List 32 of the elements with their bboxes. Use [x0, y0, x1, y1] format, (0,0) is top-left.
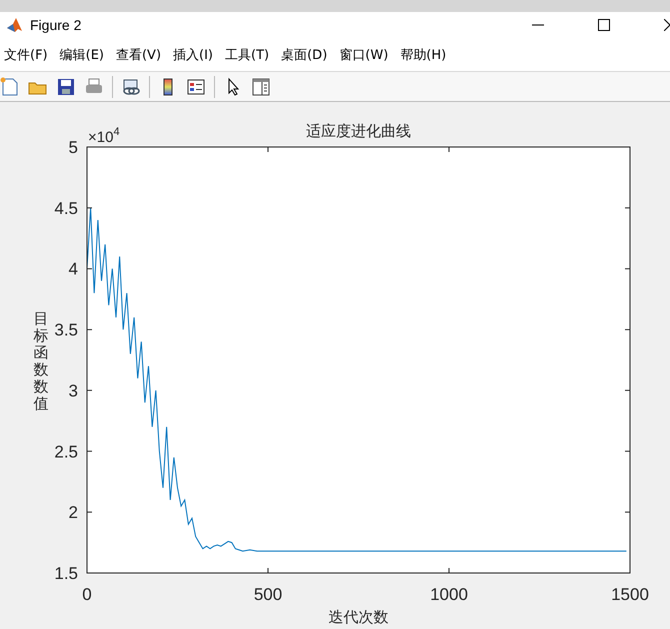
link-icon[interactable]	[121, 76, 141, 96]
property-panel-icon[interactable]	[251, 76, 271, 96]
app-logo-icon	[6, 16, 24, 34]
menu-item[interactable]: 查看(V)	[116, 46, 162, 64]
x-tick-label: 0	[82, 585, 92, 604]
y-tick-label: 2	[68, 503, 78, 522]
y-tick-label: 3.5	[54, 320, 78, 340]
menu-item[interactable]: 窗口(W)	[339, 46, 388, 64]
y-tick-label: 4.5	[54, 198, 78, 218]
window-title: Figure 2	[30, 17, 82, 33]
new-file-icon[interactable]	[0, 76, 20, 96]
axis-multiplier: ×10$^{4}$	[88, 126, 120, 146]
maximize-icon[interactable]	[598, 19, 610, 31]
y-axis-label: 目标函数数值	[34, 310, 48, 412]
x-tick-label: 500	[254, 585, 282, 604]
legend-icon[interactable]	[186, 76, 206, 96]
menu-item[interactable]: 编辑(E)	[60, 46, 104, 64]
y-tick-label: 4	[68, 260, 78, 279]
y-tick-label: 2.5	[54, 442, 78, 462]
menu-item[interactable]: 插入(I)	[173, 46, 214, 64]
menu-item[interactable]: 帮助(H)	[400, 46, 446, 64]
menu-item[interactable]: 文件(F)	[4, 46, 48, 64]
menu-item[interactable]: 桌面(D)	[281, 46, 328, 64]
y-tick-label: 1.5	[54, 564, 78, 583]
menu-item[interactable]: 工具(T)	[225, 46, 270, 64]
save-icon[interactable]	[56, 76, 76, 96]
x-tick-label: 1500	[611, 585, 649, 604]
x-axis-label: 迭代次数	[328, 608, 388, 626]
chart-title: 适应度进化曲线	[306, 122, 411, 140]
y-tick-label: 5	[68, 138, 78, 157]
y-tick-label: 3	[68, 381, 78, 400]
x-tick-label: 1000	[430, 585, 468, 604]
